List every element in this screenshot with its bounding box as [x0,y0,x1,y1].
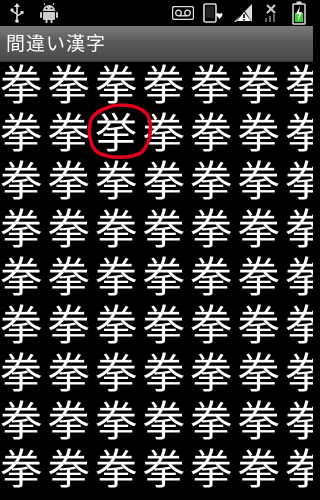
kanji-cell[interactable]: 拳 [235,110,283,158]
kanji-cell[interactable]: 拳 [187,158,235,206]
kanji-cell[interactable]: 拳 [140,446,188,494]
kanji-cell[interactable]: 拳 [45,446,93,494]
kanji-cell[interactable]: 拳 [92,350,140,398]
kanji-cell[interactable]: 拳 [235,398,283,446]
kanji-grid: 拳拳拳拳拳拳拳拳拳挙拳拳拳拳拳拳拳拳拳拳拳拳拳拳拳拳拳拳拳拳拳拳拳拳拳拳拳拳拳拳… [0,62,313,500]
signal-warning-icon [230,0,256,26]
kanji-cell[interactable]: 拳 [282,254,313,302]
kanji-cell[interactable]: 拳 [282,110,313,158]
kanji-cell[interactable]: 拳 [0,302,45,350]
kanji-cell[interactable]: 拳 [140,398,188,446]
title-bar: 間違い漢字 [0,26,313,62]
kanji-cell[interactable]: 拳 [187,254,235,302]
kanji-cell[interactable]: 拳 [235,302,283,350]
kanji-cell[interactable]: 拳 [235,206,283,254]
kanji-cell[interactable]: 拳 [45,206,93,254]
kanji-cell[interactable]: 拳 [140,254,188,302]
battery-charging-icon [288,0,310,26]
kanji-cell[interactable]: 拳 [140,62,188,110]
kanji-cell[interactable]: 拳 [282,398,313,446]
kanji-cell[interactable]: 拳 [45,398,93,446]
kanji-cell[interactable]: 拳 [187,398,235,446]
app-title: 間違い漢字 [6,33,107,55]
kanji-cell[interactable]: 拳 [0,398,45,446]
kanji-cell[interactable]: 拳 [92,254,140,302]
kanji-cell[interactable]: 拳 [282,62,313,110]
kanji-cell[interactable]: 拳 [45,350,93,398]
kanji-cell[interactable]: 拳 [45,254,93,302]
kanji-cell[interactable]: 拳 [140,110,188,158]
kanji-cell[interactable]: 拳 [282,158,313,206]
kanji-cell[interactable]: 拳 [92,206,140,254]
kanji-cell[interactable]: 拳 [0,254,45,302]
kanji-cell[interactable]: 拳 [187,110,235,158]
kanji-cell[interactable]: 拳 [187,62,235,110]
kanji-cell-odd[interactable]: 挙 [92,110,140,158]
kanji-cell[interactable]: 拳 [187,302,235,350]
kanji-cell[interactable]: 拳 [235,446,283,494]
kanji-cell[interactable]: 拳 [235,254,283,302]
kanji-cell[interactable]: 拳 [235,158,283,206]
kanji-cell[interactable]: 拳 [45,302,93,350]
kanji-cell[interactable]: 拳 [235,62,283,110]
kanji-cell[interactable]: 拳 [0,446,45,494]
android-debug-icon [36,0,62,26]
kanji-cell[interactable]: 拳 [140,158,188,206]
kanji-cell[interactable]: 拳 [0,206,45,254]
kanji-cell[interactable]: 拳 [45,62,93,110]
kanji-cell[interactable]: 拳 [187,446,235,494]
kanji-cell[interactable]: 拳 [187,350,235,398]
voicemail-icon [170,0,196,26]
kanji-cell[interactable]: 拳 [45,110,93,158]
kanji-cell[interactable]: 拳 [92,398,140,446]
kanji-cell[interactable]: 拳 [92,158,140,206]
no-signal-icon [260,0,282,26]
kanji-cell[interactable]: 拳 [140,206,188,254]
kanji-cell[interactable]: 拳 [0,110,45,158]
phone-heart-icon [200,0,226,26]
kanji-cell[interactable]: 拳 [140,302,188,350]
kanji-cell[interactable]: 拳 [92,302,140,350]
kanji-cell[interactable]: 拳 [92,62,140,110]
usb-icon [4,0,30,26]
kanji-cell[interactable]: 拳 [235,350,283,398]
kanji-cell[interactable]: 拳 [282,446,313,494]
kanji-cell[interactable]: 拳 [0,62,45,110]
kanji-cell[interactable]: 拳 [187,206,235,254]
kanji-cell[interactable]: 拳 [282,302,313,350]
kanji-cell[interactable]: 拳 [45,158,93,206]
kanji-cell[interactable]: 拳 [282,206,313,254]
kanji-cell[interactable]: 拳 [92,446,140,494]
kanji-cell[interactable]: 拳 [0,350,45,398]
status-bar [0,0,313,26]
kanji-cell[interactable]: 拳 [282,350,313,398]
kanji-cell[interactable]: 拳 [0,158,45,206]
kanji-cell[interactable]: 拳 [140,350,188,398]
